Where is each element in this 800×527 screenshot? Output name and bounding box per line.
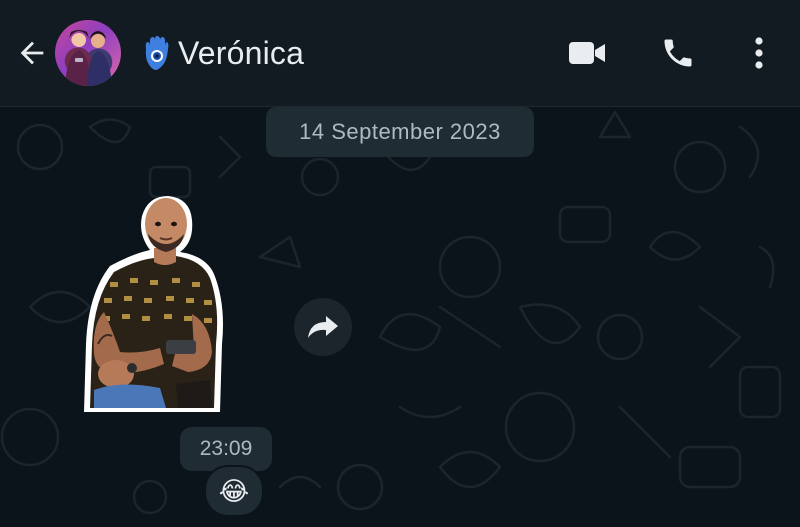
avatar-photo (65, 30, 112, 86)
hamsa-hand-icon (145, 36, 169, 70)
video-call-button[interactable] (564, 30, 610, 76)
more-options-button[interactable] (736, 30, 782, 76)
chat-area[interactable]: 14 September 2023 23:09 😂 (0, 107, 800, 527)
contact-title[interactable]: Verónica (140, 30, 304, 76)
man-holding-phone-sticker[interactable] (80, 194, 228, 418)
forward-arrow-icon (308, 316, 338, 338)
forward-button[interactable] (294, 298, 352, 356)
chat-header: Verónica (0, 0, 800, 107)
contact-avatar[interactable] (55, 20, 121, 86)
voice-call-button[interactable] (655, 30, 701, 76)
date-separator: 14 September 2023 (266, 107, 534, 157)
reaction-badge[interactable]: 😂 (204, 465, 264, 517)
back-button[interactable] (10, 33, 54, 73)
contact-name: Verónica (178, 34, 305, 71)
video-camera-icon (569, 42, 605, 64)
arrow-left-icon (20, 41, 44, 65)
more-vertical-icon (755, 37, 763, 69)
phone-icon (664, 39, 692, 67)
reaction-emoji: 😂 (218, 476, 250, 506)
